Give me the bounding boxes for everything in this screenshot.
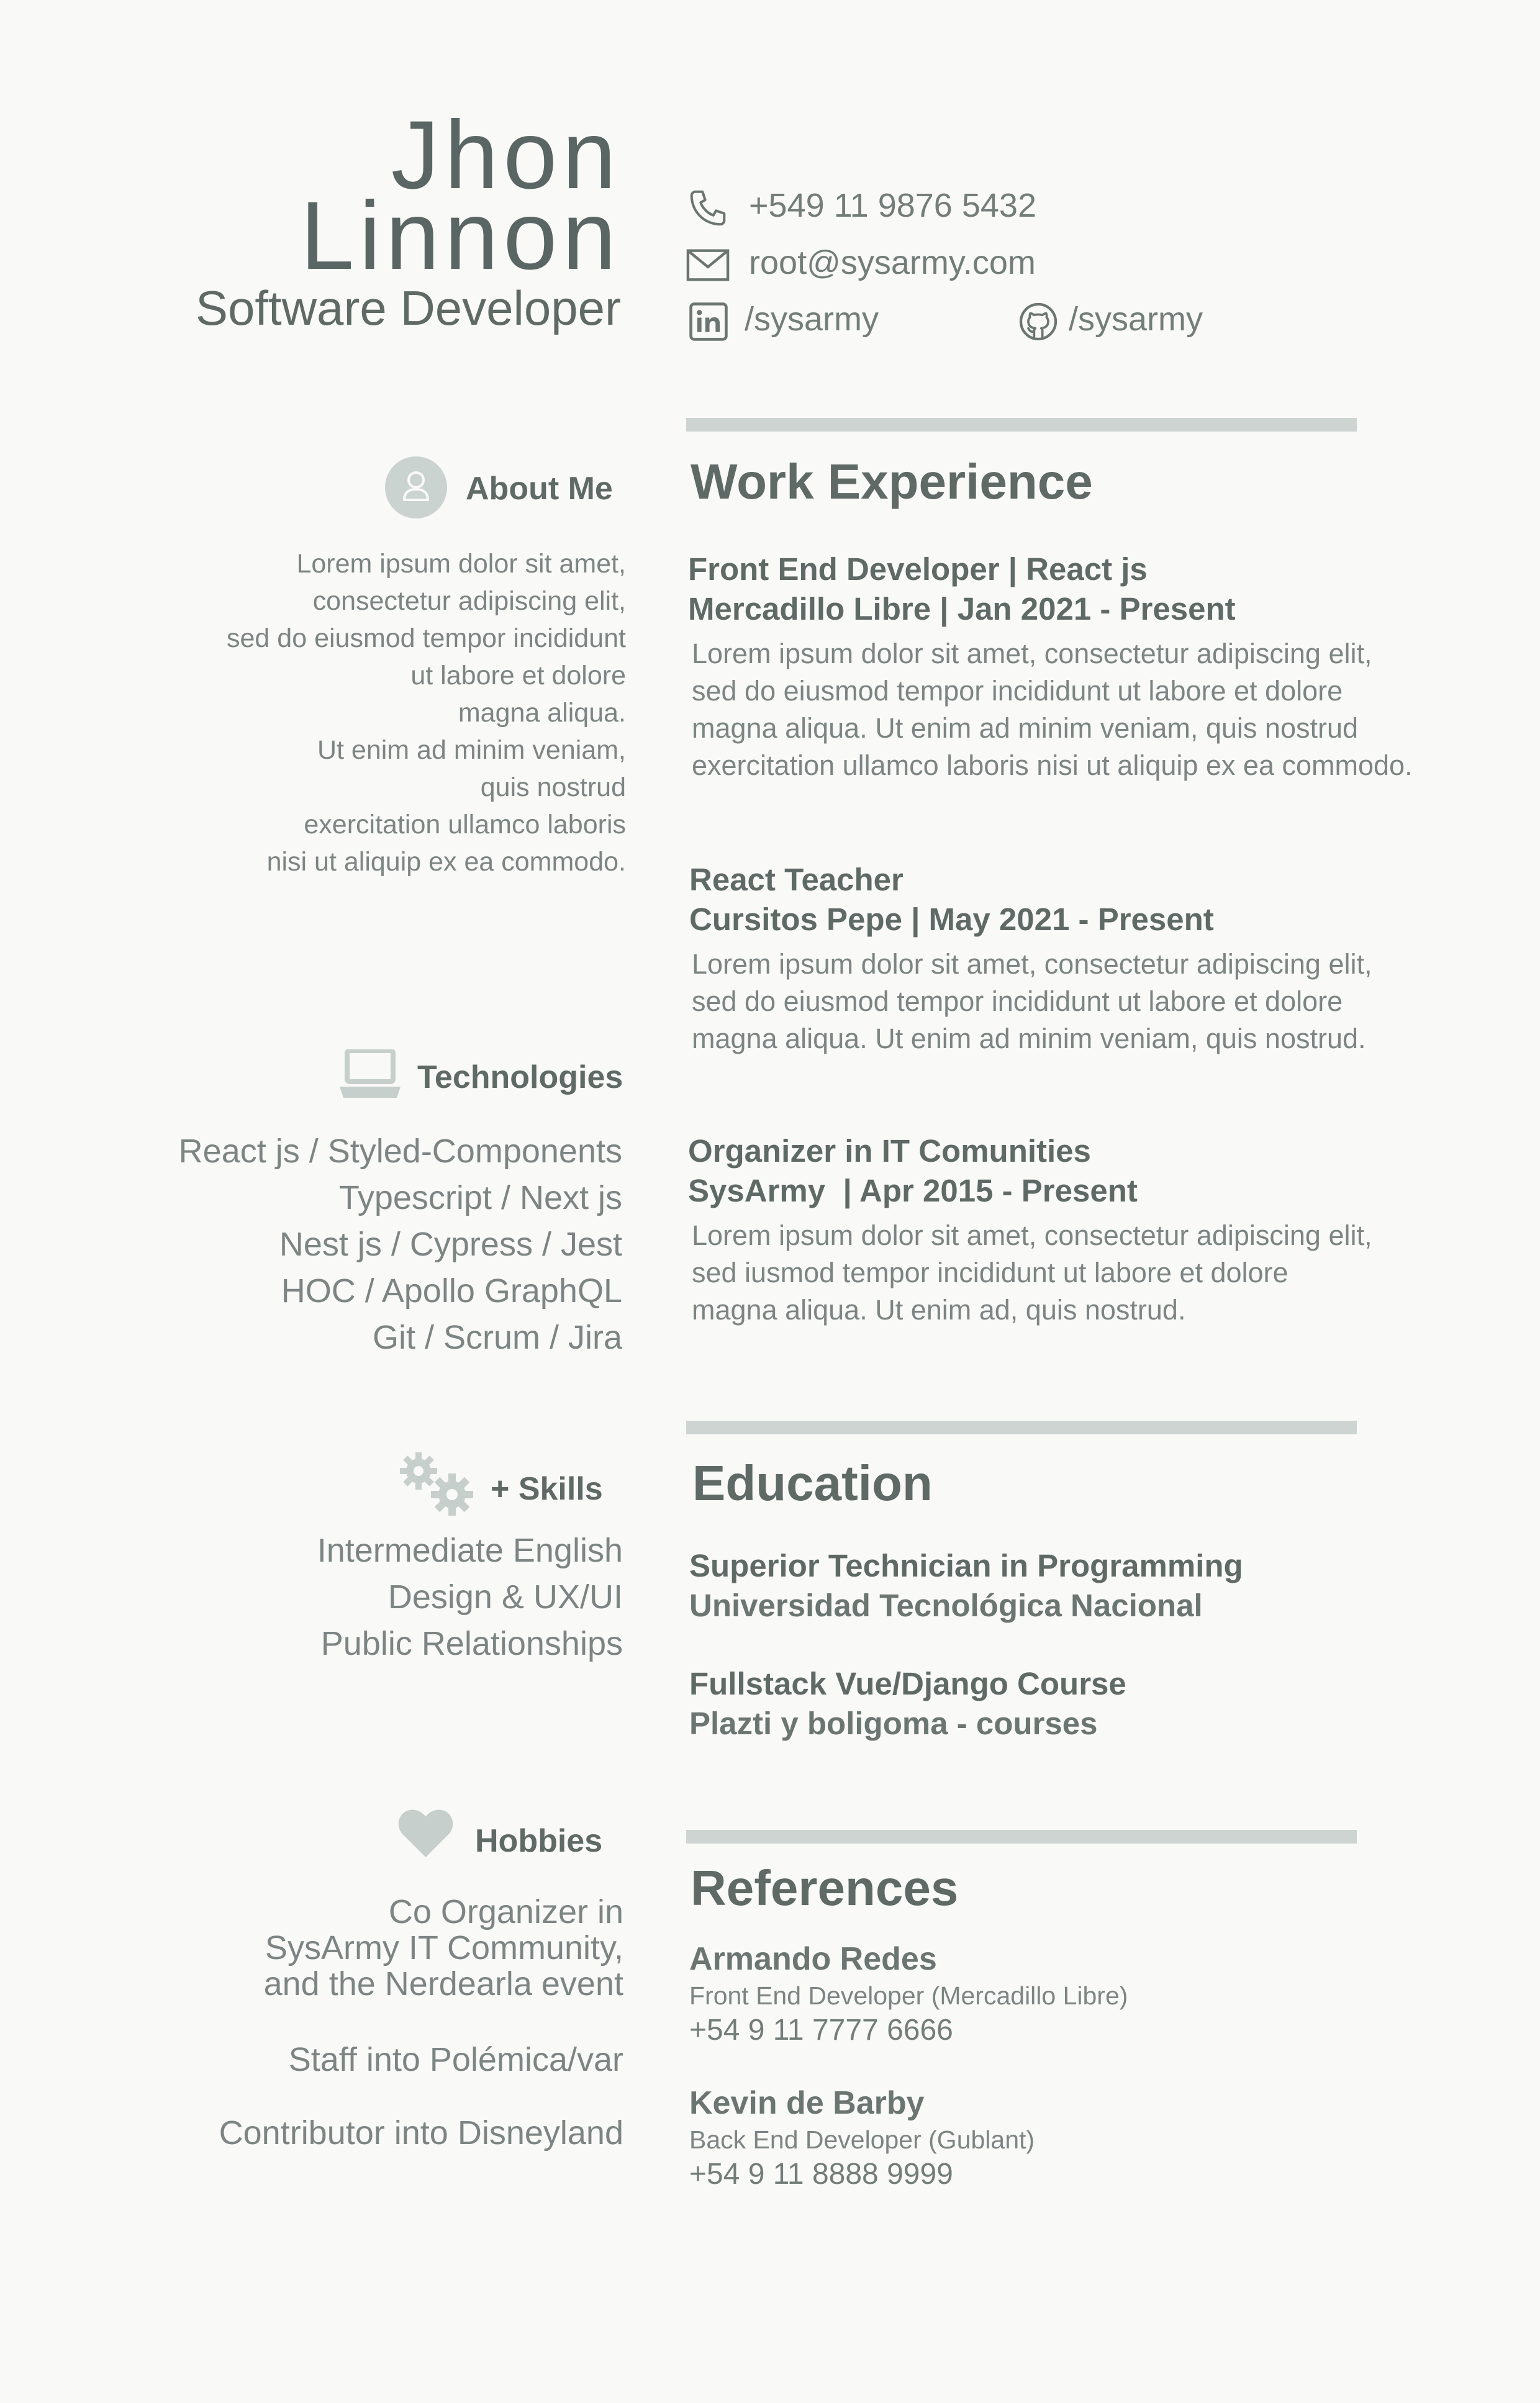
hobbies-title: Hobbies	[475, 1823, 603, 1859]
linkedin-icon	[689, 302, 728, 341]
skill-item: Intermediate English	[317, 1532, 623, 1569]
job-entry: Front End Developer | React js Mercadill…	[688, 550, 1483, 784]
technologies-title: Technologies	[417, 1059, 623, 1095]
skills-list: Intermediate English Design & UX/UI Publ…	[126, 1527, 623, 1667]
laptop-icon	[340, 1049, 401, 1098]
work-experience-title: Work Experience	[691, 454, 1093, 509]
job-desc-line: Lorem ipsum dolor sit amet, consectetur …	[692, 948, 1372, 980]
job-desc-line: magna aliqua. Ut enim ad minim veniam, q…	[692, 1023, 1366, 1054]
hobby-item-2: Staff into Polémica/var	[288, 2041, 623, 2078]
education-entry: Fullstack Vue/Django Course Plazti y bol…	[689, 1664, 1126, 1744]
job-description: Lorem ipsum dolor sit amet, consectetur …	[692, 635, 1483, 784]
about-line: nisi ut aliquip ex ea commodo.	[266, 847, 626, 877]
about-line: ut labore et dolore	[410, 661, 626, 690]
user-icon	[385, 456, 447, 518]
skill-item: Design & UX/UI	[387, 1578, 623, 1616]
hobby-line: SysArmy IT Community,	[265, 1929, 623, 1966]
mail-icon	[686, 249, 730, 281]
school-name: Universidad Tecnológica Nacional	[689, 1588, 1203, 1623]
about-me-text: Lorem ipsum dolor sit amet, consectetur …	[154, 545, 626, 880]
degree-title: Fullstack Vue/Django Course	[689, 1666, 1126, 1701]
education-entry: Superior Technician in Programming Unive…	[689, 1546, 1243, 1626]
reference-name: Kevin de Barby	[689, 2085, 925, 2121]
technologies-list: React js / Styled-Components Typescript …	[125, 1128, 622, 1361]
job-title: Organizer in IT Comunities	[688, 1133, 1091, 1169]
hobby-line: Co Organizer in	[388, 1893, 623, 1930]
job-desc-line: sed do eiusmod tempor incididunt ut labo…	[692, 985, 1343, 1017]
linkedin-row: /sysarmy	[689, 300, 879, 341]
tech-item: React js / Styled-Components	[178, 1133, 622, 1170]
job-desc-line: exercitation ullamco laboris nisi ut ali…	[692, 749, 1413, 781]
about-line: exercitation ullamco laboris	[304, 810, 626, 839]
hobby-block-1: Co Organizer in SysArmy IT Community, an…	[127, 1894, 623, 2002]
references-divider	[686, 1830, 1357, 1844]
github-row: /sysarmy	[1018, 300, 1203, 342]
gears-icon	[400, 1452, 473, 1516]
phone-row: +549 11 9876 5432	[686, 186, 1036, 230]
job-desc-line: magna aliqua. Ut enim ad minim veniam, q…	[692, 712, 1359, 744]
about-line: magna aliqua.	[458, 698, 626, 728]
reference-name: Armando Redes	[689, 1941, 937, 1977]
work-divider	[686, 418, 1357, 432]
job-title: Front End Developer | React js	[688, 551, 1148, 587]
education-divider	[686, 1421, 1357, 1434]
job-company: SysArmy | Apr 2015 - Present	[688, 1173, 1138, 1208]
school-name: Plazti y boligoma - courses	[689, 1706, 1098, 1741]
job-company: Cursitos Pepe | May 2021 - Present	[689, 902, 1214, 937]
job-desc-line: magna aliqua. Ut enim ad, quis nostrud.	[692, 1294, 1186, 1326]
job-desc-line: Lorem ipsum dolor sit amet, consectetur …	[692, 1220, 1372, 1251]
reference-phone[interactable]: +54 9 11 7777 6666	[689, 2013, 1128, 2047]
heart-icon	[398, 1809, 453, 1858]
job-entry: React Teacher Cursitos Pepe | May 2021 -…	[689, 860, 1484, 1057]
reference-entry: Armando Redes Front End Developer (Merca…	[689, 1940, 1128, 2047]
job-desc-line: Lorem ipsum dolor sit amet, consectetur …	[692, 638, 1372, 669]
linkedin-handle[interactable]: /sysarmy	[745, 301, 879, 338]
skill-item: Public Relationships	[320, 1625, 623, 1662]
about-me-title: About Me	[466, 471, 613, 507]
github-icon	[1019, 302, 1058, 340]
job-description: Lorem ipsum dolor sit amet, consectetur …	[692, 946, 1484, 1057]
references-title: References	[691, 1860, 959, 1916]
job-company: Mercadillo Libre | Jan 2021 - Present	[688, 591, 1236, 627]
email-address[interactable]: root@sysarmy.com	[749, 244, 1036, 281]
reference-entry: Kevin de Barby Back End Developer (Gubla…	[689, 2084, 1035, 2191]
job-desc-line: sed do eiusmod tempor incididunt ut labo…	[692, 675, 1343, 707]
job-entry: Organizer in IT Comunities SysArmy | Apr…	[688, 1131, 1483, 1329]
about-me-icon-wrapper	[385, 456, 447, 518]
about-line: sed do eiusmod tempor incididunt	[227, 623, 626, 653]
tech-item: Nest js / Cypress / Jest	[279, 1226, 622, 1263]
tech-item: HOC / Apollo GraphQL	[281, 1272, 622, 1310]
hobby-line: and the Nerdearla event	[263, 1965, 623, 2002]
job-desc-line: sed iusmod tempor incididunt ut labore e…	[692, 1257, 1289, 1288]
job-description: Lorem ipsum dolor sit amet, consectetur …	[692, 1217, 1483, 1329]
education-title: Education	[692, 1455, 933, 1511]
about-line: quis nostrud	[480, 772, 626, 802]
github-handle[interactable]: /sysarmy	[1069, 301, 1203, 338]
reference-role: Front End Developer (Mercadillo Libre)	[689, 1981, 1128, 2010]
hobby-item-3: Contributor into Disneyland	[219, 2114, 623, 2152]
tech-item: Git / Scrum / Jira	[372, 1319, 622, 1356]
reference-phone[interactable]: +54 9 11 8888 9999	[689, 2157, 1035, 2191]
about-line: Ut enim ad minim veniam,	[317, 735, 626, 765]
about-line: Lorem ipsum dolor sit amet,	[296, 549, 626, 579]
reference-role: Back End Developer (Gublant)	[689, 2125, 1035, 2154]
email-row: root@sysarmy.com	[686, 243, 1036, 283]
last-name: Linnon	[300, 182, 621, 290]
tech-item: Typescript / Next js	[338, 1179, 622, 1216]
phone-number[interactable]: +549 11 9876 5432	[749, 187, 1036, 224]
name-block: Jhon Linnon Software Developer	[62, 107, 621, 337]
about-line: consectetur adipiscing elit,	[312, 586, 626, 616]
skills-title: + Skills	[491, 1471, 603, 1507]
job-role: Software Developer	[195, 281, 621, 335]
job-title: React Teacher	[689, 862, 904, 897]
phone-icon	[690, 190, 726, 226]
degree-title: Superior Technician in Programming	[689, 1548, 1243, 1583]
